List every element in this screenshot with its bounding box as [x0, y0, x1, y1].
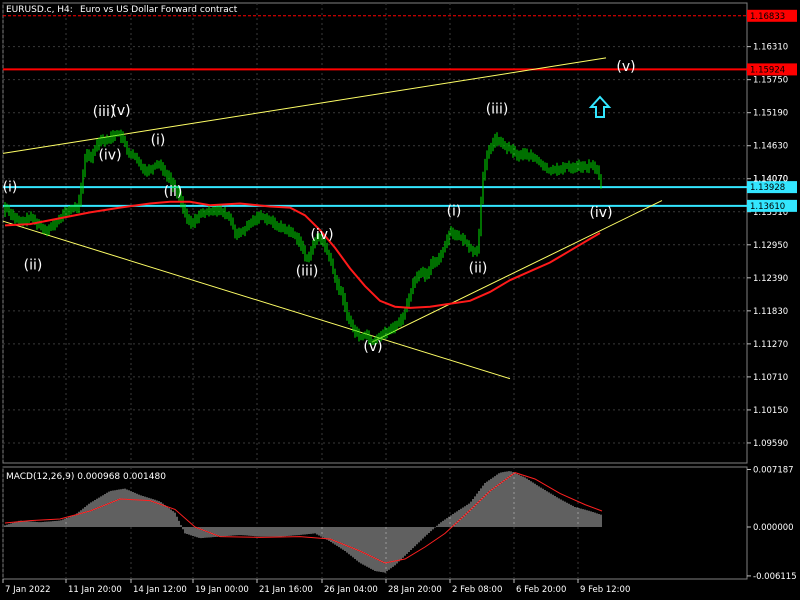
price-tick-label: 1.11270 — [753, 340, 788, 350]
time-tick-label: 14 Jan 12:00 — [133, 585, 187, 595]
wave-label: (i) — [3, 180, 18, 196]
current-price-label: 1.14070 — [753, 175, 788, 185]
wave-label: (i) — [151, 133, 166, 149]
symbol-timeframe-label: EURUSD.c, H4: — [6, 5, 73, 15]
price-tick-label: 1.16310 — [753, 43, 788, 53]
level-price-label-support-lower: 1.13610 — [750, 202, 785, 212]
price-tick-label: 1.15190 — [753, 109, 788, 119]
level-price-label-resistance: 1.15924 — [750, 65, 785, 75]
macd-tick-label: -0.006115 — [753, 572, 797, 582]
wave-label: (iii) — [296, 263, 319, 279]
wave-label: (v) — [363, 339, 382, 355]
price-chart[interactable]: EURUSD.c, H4: Euro vs US Dollar Forward … — [0, 0, 800, 600]
macd-tick-label: 0.000000 — [753, 523, 794, 533]
macd-tick-label: 0.007187 — [753, 466, 794, 476]
wave-label: (iv) — [98, 147, 121, 163]
time-tick-label: 9 Feb 12:00 — [580, 585, 630, 595]
price-tick-label: 1.12390 — [753, 274, 788, 284]
instrument-description: Euro vs US Dollar Forward contract — [80, 5, 238, 15]
moving-average-line — [4, 200, 601, 309]
price-tick-label: 1.14630 — [753, 142, 788, 152]
wave-label: (iii) — [486, 101, 509, 117]
time-tick-label: 21 Jan 16:00 — [259, 585, 313, 595]
wave-label: (ii) — [24, 258, 43, 274]
time-tick-label: 6 Feb 20:00 — [516, 585, 566, 595]
price-tick-label: 1.10710 — [753, 373, 788, 383]
wave-label: (v) — [111, 103, 130, 119]
wave-label: (ii) — [164, 184, 183, 200]
time-tick-label: 26 Jan 04:00 — [324, 585, 378, 595]
chart-window[interactable]: EURUSD.c, H4: Euro vs US Dollar Forward … — [0, 0, 800, 600]
rising-support-trendline — [371, 200, 663, 343]
time-tick-label: 2 Feb 08:00 — [452, 585, 502, 595]
time-tick-label: 19 Jan 00:00 — [195, 585, 249, 595]
time-tick-label: 7 Jan 2022 — [5, 585, 51, 595]
price-tick-label: 1.09590 — [753, 439, 788, 449]
wave-label: (i) — [447, 203, 462, 219]
level-price-label-resistance-top: 1.16833 — [750, 12, 785, 22]
time-tick-label: 11 Jan 20:00 — [68, 585, 122, 595]
up-arrow-icon — [588, 95, 612, 118]
time-tick-label: 28 Jan 20:00 — [388, 585, 442, 595]
price-tick-label: 1.12950 — [753, 241, 788, 251]
price-tick-label: 1.10150 — [753, 406, 788, 416]
macd-histogram — [4, 471, 602, 573]
wave-label: (ii) — [469, 261, 488, 277]
price-tick-label: 1.11830 — [753, 307, 788, 317]
price-tick-label: 1.15750 — [753, 76, 788, 86]
wave-label: (iv) — [589, 205, 612, 221]
macd-title: MACD(12,26,9) 0.000968 0.001480 — [6, 472, 166, 482]
wave-label: (iv) — [310, 227, 333, 243]
wave-label: (v) — [616, 59, 635, 75]
price-candles — [4, 129, 602, 346]
